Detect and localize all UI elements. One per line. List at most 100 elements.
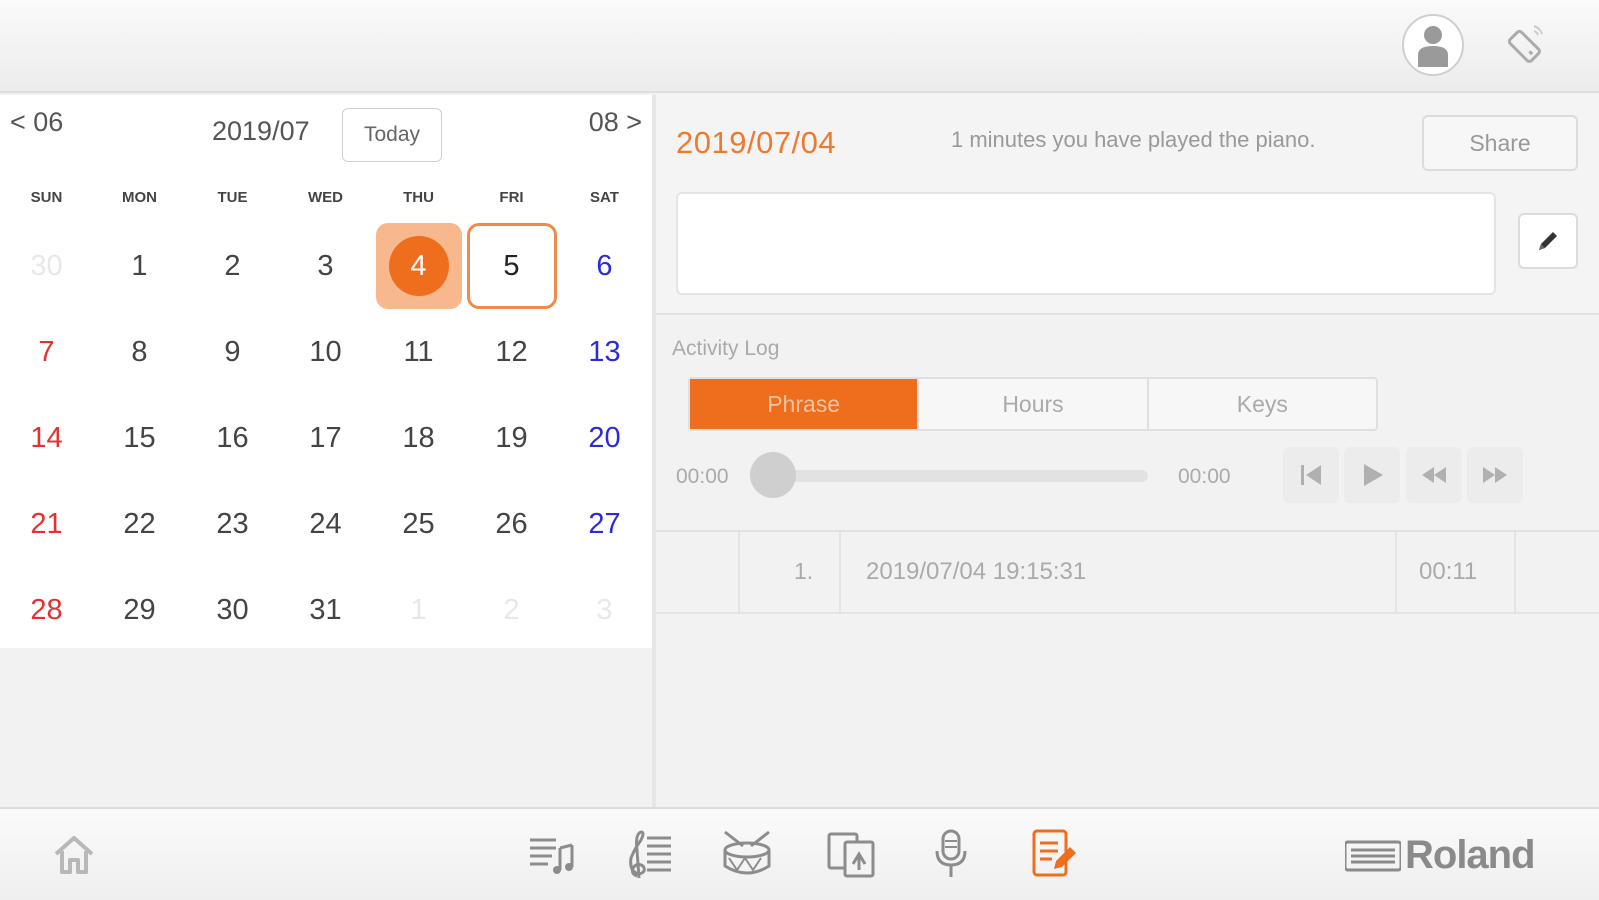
calendar-day-label: 11 bbox=[403, 335, 434, 368]
brand-name: Roland bbox=[1405, 833, 1536, 877]
weekday-label: SAT bbox=[590, 189, 619, 206]
rewind-button[interactable] bbox=[1406, 447, 1462, 503]
weekday-label: TUE bbox=[217, 189, 248, 206]
calendar-day-label: 21 bbox=[30, 507, 63, 540]
calendar-day[interactable]: 23 bbox=[186, 481, 279, 567]
calendar-day[interactable]: 18 bbox=[372, 395, 465, 481]
calendar-day[interactable]: 30 bbox=[0, 223, 93, 309]
recorder-icon[interactable] bbox=[922, 825, 980, 883]
weekday-label: MON bbox=[122, 189, 157, 206]
bluetooth-icon[interactable] bbox=[1492, 14, 1554, 76]
calendar-day[interactable]: 1 bbox=[93, 223, 186, 309]
calendar-day-label: 22 bbox=[123, 507, 156, 540]
calendar-day[interactable]: 13 bbox=[558, 309, 651, 395]
calendar-day[interactable]: 24 bbox=[279, 481, 372, 567]
calendar-day[interactable]: 25 bbox=[372, 481, 465, 567]
calendar-day[interactable]: 12 bbox=[465, 309, 558, 395]
calendar-day-label: 27 bbox=[588, 507, 621, 540]
prev-month-button[interactable]: < 06 bbox=[10, 107, 63, 138]
total-time: 00:00 bbox=[1178, 465, 1231, 488]
calendar-day-label: 25 bbox=[402, 507, 435, 540]
calendar-day[interactable]: 11 bbox=[372, 309, 465, 395]
calendar-day-label: 26 bbox=[495, 507, 528, 540]
home-icon[interactable] bbox=[45, 825, 103, 883]
log-datetime: 2019/07/04 19:15:31 bbox=[866, 558, 1087, 585]
calendar-footer-area bbox=[0, 648, 652, 807]
calendar-day[interactable]: 17 bbox=[279, 395, 372, 481]
calendar-day[interactable]: 8 bbox=[93, 309, 186, 395]
fast-forward-icon bbox=[1483, 467, 1507, 483]
activity-log-title: Activity Log bbox=[672, 337, 780, 360]
pencil-icon bbox=[1539, 232, 1557, 250]
calendar-day[interactable]: 20 bbox=[558, 395, 651, 481]
weekday-label: FRI bbox=[499, 189, 524, 206]
calendar-day[interactable]: 29 bbox=[93, 567, 186, 653]
calendar-day[interactable]: 14 bbox=[0, 395, 93, 481]
edit-memo-button[interactable] bbox=[1518, 213, 1578, 269]
weekday-label: SUN bbox=[30, 189, 63, 206]
calendar-day-label: 29 bbox=[123, 593, 156, 626]
calendar-day-label: 15 bbox=[123, 421, 156, 454]
log-number: 1. bbox=[794, 558, 814, 584]
calendar-day-label: 9 bbox=[224, 335, 241, 368]
play-button[interactable] bbox=[1344, 447, 1400, 503]
calendar-day[interactable]: 1 bbox=[372, 567, 465, 653]
calendar-day-selected[interactable]: 4 bbox=[372, 223, 465, 309]
calendar-day[interactable]: 16 bbox=[186, 395, 279, 481]
memo-field[interactable] bbox=[676, 192, 1496, 295]
user-icon[interactable] bbox=[1402, 14, 1464, 76]
rhythm-drum-icon[interactable] bbox=[718, 825, 776, 883]
calendar-day-label: 10 bbox=[309, 335, 342, 368]
calendar-day[interactable]: 22 bbox=[93, 481, 186, 567]
calendar-day-label: 13 bbox=[588, 335, 621, 368]
tab-hours[interactable]: Hours bbox=[917, 379, 1146, 429]
tab-keys[interactable]: Keys bbox=[1146, 379, 1376, 429]
calendar-day[interactable]: 30 bbox=[186, 567, 279, 653]
calendar-day-label: 3 bbox=[317, 249, 334, 282]
calendar-day[interactable]: 27 bbox=[558, 481, 651, 567]
calendar-day-label: 12 bbox=[495, 335, 528, 368]
diary-icon[interactable] bbox=[1024, 825, 1082, 883]
calendar-day[interactable]: 2 bbox=[186, 223, 279, 309]
calendar-day-today[interactable]: 5 bbox=[465, 223, 558, 309]
calendar-day[interactable]: 2 bbox=[465, 567, 558, 653]
calendar-day[interactable]: 15 bbox=[93, 395, 186, 481]
column-divider bbox=[1514, 532, 1516, 614]
calendar-day[interactable]: 31 bbox=[279, 567, 372, 653]
song-list-icon[interactable] bbox=[523, 825, 581, 883]
tab-phrase[interactable]: Phrase bbox=[690, 379, 918, 429]
calendar-day[interactable]: 9 bbox=[186, 309, 279, 395]
skip-back-icon bbox=[1301, 465, 1321, 485]
calendar-day[interactable]: 3 bbox=[279, 223, 372, 309]
log-row[interactable]: 1. 2019/07/04 19:15:31 00:11 bbox=[656, 532, 1599, 614]
calendar-day-label: 8 bbox=[131, 335, 148, 368]
calendar-day[interactable]: 26 bbox=[465, 481, 558, 567]
calendar-day[interactable]: 3 bbox=[558, 567, 651, 653]
calendar-day-label: 18 bbox=[402, 421, 435, 454]
calendar-day[interactable]: 19 bbox=[465, 395, 558, 481]
calendar-day-label: 6 bbox=[596, 249, 613, 282]
practice-summary: 1 minutes you have played the piano. bbox=[951, 127, 1316, 152]
calendar-day-label: 14 bbox=[30, 421, 63, 454]
calendar-day[interactable]: 6 bbox=[558, 223, 651, 309]
calendar-day[interactable]: 10 bbox=[279, 309, 372, 395]
calendar-day-label: 2 bbox=[503, 593, 520, 626]
weekday-header: SUN MON TUE WED THU FRI SAT bbox=[0, 189, 652, 206]
calendar-day[interactable]: 21 bbox=[0, 481, 93, 567]
today-button[interactable]: Today bbox=[342, 108, 442, 162]
next-month-button[interactable]: 08 > bbox=[589, 107, 642, 138]
score-icon[interactable] bbox=[620, 825, 678, 883]
weekday-label: WED bbox=[308, 189, 343, 206]
calendar-day[interactable]: 7 bbox=[0, 309, 93, 395]
flash-card-icon[interactable] bbox=[822, 825, 880, 883]
playback-slider-knob[interactable] bbox=[750, 452, 796, 498]
share-button[interactable]: Share bbox=[1422, 115, 1578, 171]
calendar-day-label: 5 bbox=[503, 249, 520, 282]
playback-slider[interactable] bbox=[756, 470, 1148, 482]
fast-forward-button[interactable] bbox=[1467, 447, 1523, 503]
skip-back-button[interactable] bbox=[1283, 447, 1339, 503]
calendar-day[interactable]: 28 bbox=[0, 567, 93, 653]
month-label: 2019/07 bbox=[212, 116, 310, 146]
calendar-day-label: 17 bbox=[309, 421, 342, 454]
column-divider bbox=[1395, 532, 1397, 614]
